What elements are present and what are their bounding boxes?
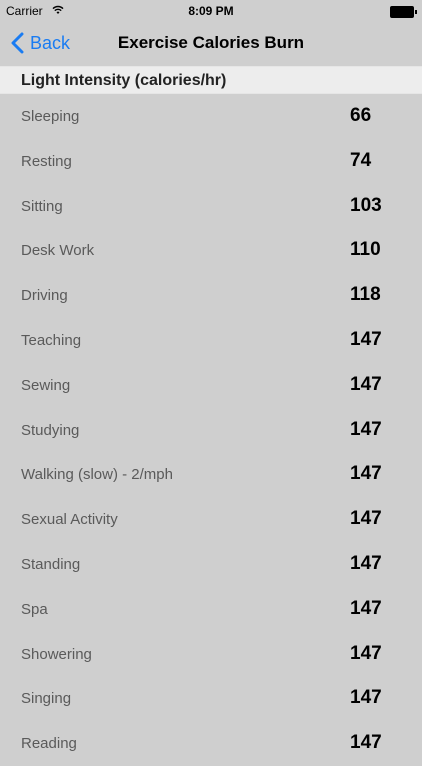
calories-value: 147 bbox=[350, 732, 382, 754]
list-item[interactable]: Sitting 103 bbox=[0, 184, 422, 229]
list-item[interactable]: Reading 147 bbox=[0, 721, 422, 766]
calories-value: 147 bbox=[350, 463, 382, 485]
list-item[interactable]: Studying 147 bbox=[0, 408, 422, 453]
calories-value: 66 bbox=[350, 105, 372, 126]
activity-name: Studying bbox=[21, 421, 80, 439]
activity-name: Teaching bbox=[21, 331, 82, 349]
activity-name: Walking (slow) - 2/mph bbox=[21, 466, 173, 484]
activity-name: Sleeping bbox=[21, 108, 80, 125]
list-item[interactable]: Showering 147 bbox=[0, 632, 422, 677]
list-item[interactable]: Singing 147 bbox=[0, 676, 422, 721]
calories-value: 147 bbox=[350, 687, 382, 709]
activity-name: Sitting bbox=[21, 197, 63, 215]
activity-name: Sewing bbox=[21, 376, 71, 394]
activity-name: Showering bbox=[21, 645, 92, 663]
calories-value: 147 bbox=[350, 552, 382, 574]
calories-value: 147 bbox=[350, 418, 382, 440]
calories-value: 74 bbox=[350, 149, 372, 171]
calories-list[interactable]: Sleeping 66 Resting 74 Sitting 103 Desk … bbox=[0, 94, 422, 766]
list-item[interactable]: Resting 74 bbox=[0, 139, 422, 184]
calories-value: 147 bbox=[350, 328, 382, 350]
activity-name: Desk Work bbox=[21, 242, 95, 260]
list-item[interactable]: Driving 118 bbox=[0, 273, 422, 318]
list-item[interactable]: Spa 147 bbox=[0, 587, 422, 632]
list-item[interactable]: Walking (slow) - 2/mph 147 bbox=[0, 452, 422, 497]
list-item[interactable]: Sleeping 66 bbox=[0, 94, 422, 139]
page-title: Exercise Calories Burn bbox=[117, 33, 305, 52]
activity-name: Standing bbox=[21, 555, 81, 573]
activity-name: Spa bbox=[21, 600, 48, 618]
section-header: Light Intensity (calories/hr) bbox=[0, 66, 422, 94]
calories-value: 147 bbox=[350, 642, 382, 664]
calories-value: 118 bbox=[350, 284, 381, 306]
calories-value: 147 bbox=[350, 597, 382, 619]
battery-icon bbox=[390, 6, 417, 18]
calories-value: 147 bbox=[350, 508, 382, 530]
activity-name: Singing bbox=[21, 690, 72, 708]
calories-value: 110 bbox=[350, 239, 381, 261]
navigation-bar: Back Exercise Calories Burn bbox=[0, 22, 422, 64]
calories-value: 103 bbox=[350, 194, 382, 216]
calories-value: 147 bbox=[350, 373, 382, 395]
activity-name: Resting bbox=[21, 152, 72, 170]
activity-name: Driving bbox=[21, 287, 68, 305]
status-time: 8:09 PM bbox=[188, 4, 234, 18]
list-item[interactable]: Desk Work 110 bbox=[0, 228, 422, 273]
activity-name: Sexual Activity bbox=[21, 511, 118, 529]
section-title: Light Intensity (calories/hr) bbox=[21, 72, 227, 89]
status-bar: Carrier 8:09 PM bbox=[0, 0, 422, 22]
list-item[interactable]: Sexual Activity 147 bbox=[0, 497, 422, 542]
list-item[interactable]: Teaching 147 bbox=[0, 318, 422, 363]
list-item[interactable]: Standing 147 bbox=[0, 542, 422, 587]
list-item[interactable]: Sewing 147 bbox=[0, 363, 422, 408]
